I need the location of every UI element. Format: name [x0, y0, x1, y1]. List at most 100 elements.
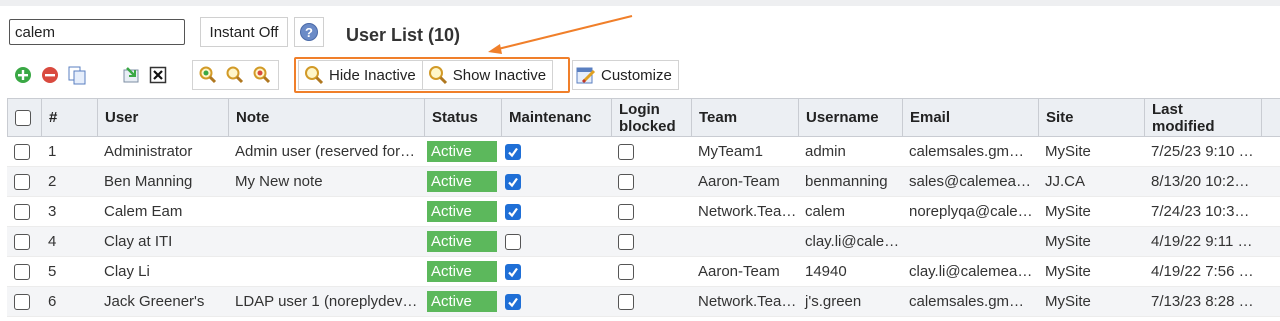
export-icon [123, 67, 139, 83]
table-row[interactable]: 5 Clay Li Active Aaron-Team 14940 clay.li@cal… [7, 257, 1280, 287]
instant-toggle-button[interactable]: Instant Off [200, 17, 288, 47]
col-mod-line1: Last [1152, 100, 1183, 118]
table-header: # User Note Status Maintenanc Login bloc… [7, 98, 1280, 137]
login-blocked-checkbox[interactable] [618, 233, 634, 250]
row-select-cell [7, 257, 41, 286]
row-site: MySite [1045, 143, 1091, 160]
row-select-cell [7, 137, 41, 166]
row-status-cell: Active [424, 257, 501, 286]
table-row[interactable]: 3 Calem Eam Active Network.Tea… calem noreply… [7, 197, 1280, 227]
col-maintenance[interactable]: Maintenanc [502, 99, 612, 136]
maintenance-checkbox[interactable] [505, 203, 521, 220]
row-status-cell: Active [424, 167, 501, 196]
row-username: j's.green [805, 293, 862, 310]
row-email: sales@calemea… [909, 173, 1031, 190]
search-icon [253, 66, 271, 84]
add-button[interactable] [10, 62, 36, 88]
login-blocked-checkbox[interactable] [618, 203, 634, 220]
row-maintenance-cell [501, 197, 611, 226]
row-select-cell [7, 197, 41, 226]
col-num[interactable]: # [42, 99, 98, 136]
row-last-modified: 7/13/23 8:28 … [1151, 293, 1254, 310]
copy-button[interactable] [64, 62, 90, 88]
row-maintenance-cell [501, 257, 611, 286]
col-user[interactable]: User [98, 99, 229, 136]
row-last-modified: 8/13/20 10:2… [1151, 173, 1250, 190]
annotation-arrow [488, 15, 633, 54]
col-email[interactable]: Email [903, 99, 1039, 136]
col-login-line2: blocked [619, 117, 676, 135]
row-note [228, 227, 424, 256]
row-username: 14940 [805, 263, 847, 280]
col-last-modified[interactable]: Last modified [1145, 99, 1262, 136]
row-select-cell [7, 227, 41, 256]
customize-icon [576, 67, 596, 84]
row-site: MySite [1045, 233, 1091, 250]
col-login-blocked[interactable]: Login blocked [612, 99, 692, 136]
table-row[interactable]: 1 Administrator Admin user (reserved for… A… [7, 137, 1280, 167]
table-row[interactable]: 4 Clay at ITI Active clay.li@cale… MySite 4/1… [7, 227, 1280, 257]
maintenance-checkbox[interactable] [505, 173, 521, 190]
select-all-checkbox[interactable] [15, 109, 31, 126]
add-icon [15, 67, 31, 83]
login-blocked-checkbox[interactable] [618, 143, 634, 160]
row-note: My New note [235, 173, 323, 190]
row-select-cell [7, 167, 41, 196]
row-maintenance-cell [501, 167, 611, 196]
row-num: 1 [48, 143, 57, 160]
maintenance-checkbox[interactable] [505, 263, 521, 280]
table-row[interactable]: 2 Ben Manning My New note Active Aaron-Team b… [7, 167, 1280, 197]
row-username: calem [805, 203, 846, 220]
row-num: 6 [48, 293, 57, 310]
row-username: clay.li@cale… [805, 233, 900, 250]
top-strip [0, 0, 1280, 6]
delete-button[interactable] [37, 62, 63, 88]
row-checkbox[interactable] [14, 233, 30, 250]
col-site[interactable]: Site [1039, 99, 1145, 136]
col-username[interactable]: Username [799, 99, 903, 136]
highlight-box [294, 57, 570, 93]
row-team: Aaron-Team [698, 263, 780, 280]
customize-button[interactable]: Customize [572, 60, 679, 90]
row-email: calemsales.gm… [909, 143, 1025, 160]
status-badge: Active [427, 261, 497, 282]
row-email: clay.li@calemea… [909, 263, 1033, 280]
col-note[interactable]: Note [229, 99, 425, 136]
row-user: Clay Li [104, 263, 150, 280]
search-add-button[interactable] [195, 62, 221, 88]
row-site: JJ.CA [1045, 173, 1086, 190]
row-checkbox[interactable] [14, 173, 30, 190]
row-login-cell [611, 257, 691, 286]
row-checkbox[interactable] [14, 293, 30, 310]
col-team[interactable]: Team [692, 99, 799, 136]
row-checkbox[interactable] [14, 203, 30, 220]
row-team: Network.Tea… [698, 293, 797, 310]
status-badge: Active [427, 291, 497, 312]
help-button[interactable]: ? [294, 17, 324, 47]
maintenance-checkbox[interactable] [505, 293, 521, 310]
search-remove-button[interactable] [249, 62, 275, 88]
status-badge: Active [427, 201, 497, 222]
search-input[interactable] [9, 19, 185, 45]
col-status[interactable]: Status [425, 99, 502, 136]
login-blocked-checkbox[interactable] [618, 293, 634, 310]
export-button[interactable] [118, 62, 144, 88]
maintenance-checkbox[interactable] [505, 143, 521, 160]
row-last-modified: 4/19/22 7:56 … [1151, 263, 1254, 280]
copy-icon [68, 66, 86, 85]
login-blocked-checkbox[interactable] [618, 263, 634, 280]
row-login-cell [611, 227, 691, 256]
status-badge: Active [427, 141, 497, 162]
maintenance-checkbox[interactable] [505, 233, 521, 250]
login-blocked-checkbox[interactable] [618, 173, 634, 190]
search-button-group [192, 60, 279, 90]
row-email [902, 227, 1038, 256]
search-button[interactable] [222, 62, 248, 88]
row-checkbox[interactable] [14, 143, 30, 160]
row-login-cell [611, 197, 691, 226]
row-checkbox[interactable] [14, 263, 30, 280]
status-badge: Active [427, 231, 497, 252]
close-button[interactable] [145, 62, 171, 88]
row-team: Aaron-Team [698, 173, 780, 190]
table-row[interactable]: 6 Jack Greener's LDAP user 1 (noreplydev… A… [7, 287, 1280, 317]
